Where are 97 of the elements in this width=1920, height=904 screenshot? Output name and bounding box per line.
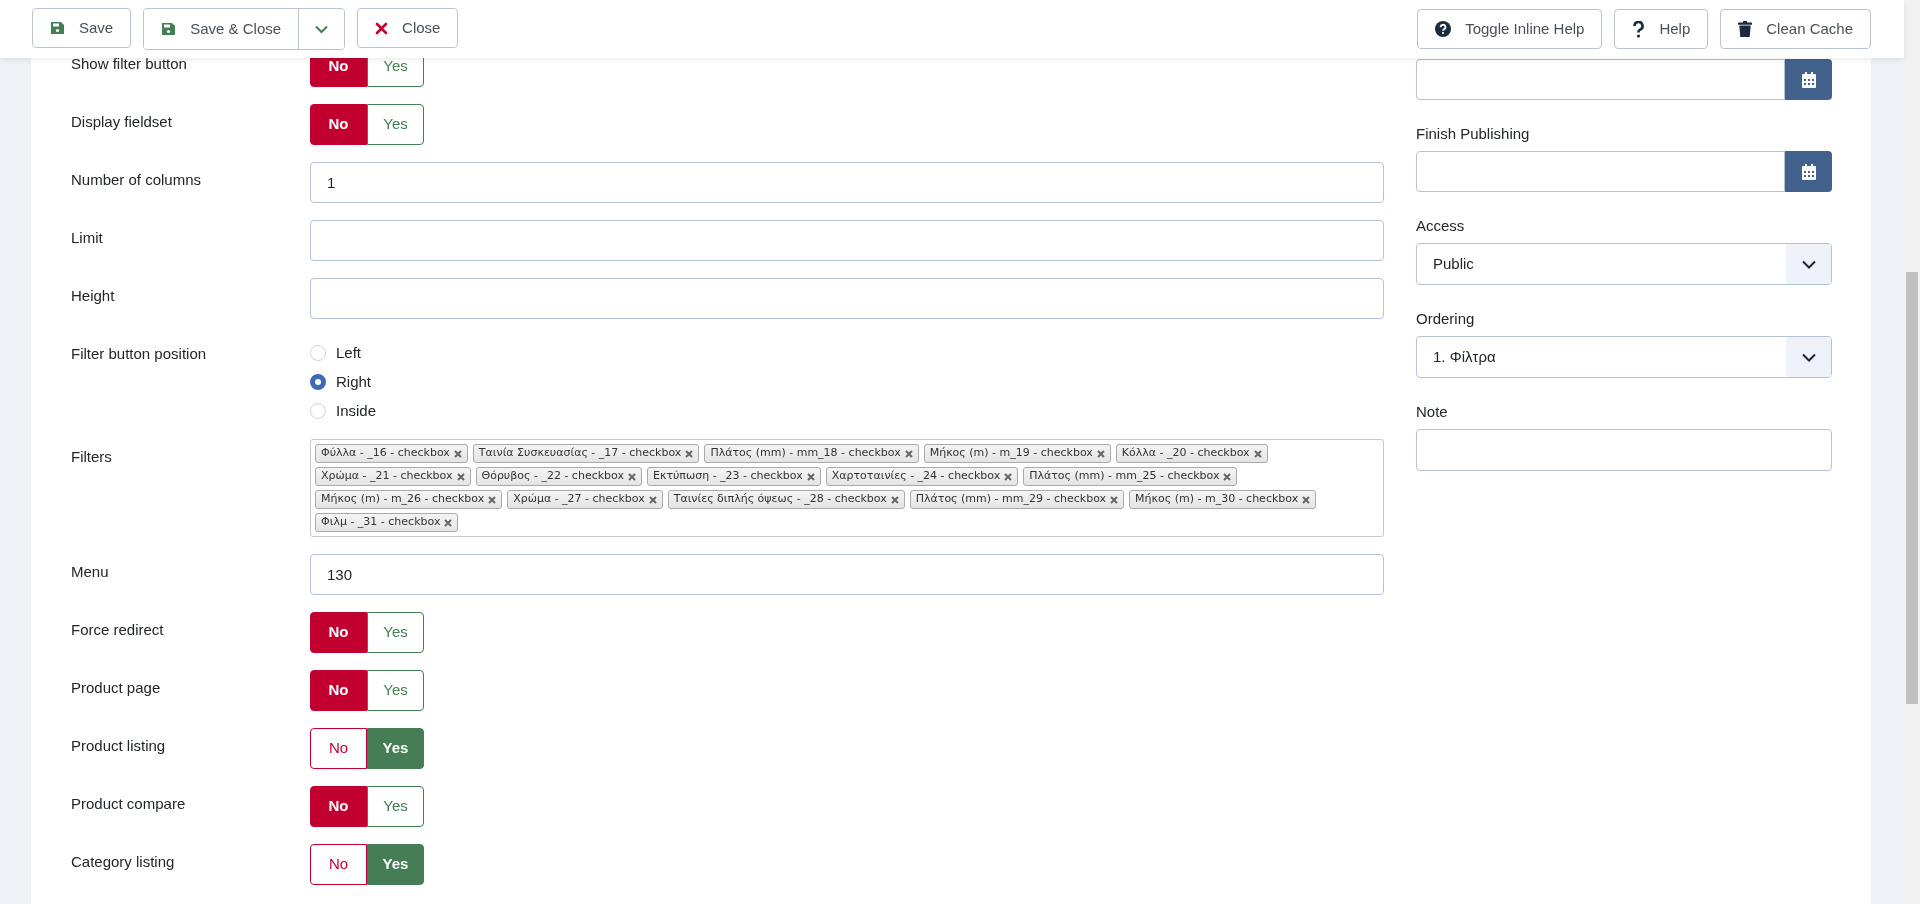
toggle-option[interactable]: No [310,786,367,827]
filter-tag[interactable]: Πλάτος (mm) - mm_18 - checkbox [704,444,919,463]
toggle-option[interactable]: No [310,670,367,711]
field-label: Product page [71,678,162,698]
filter-tag[interactable]: Πλάτος (mm) - mm_25 - checkbox [1023,467,1238,486]
field-label: Category listing [71,852,176,872]
toolbar-button[interactable]: Clean Cache [1720,9,1871,49]
field-label: Ordering [1416,309,1476,329]
help-icon [1632,20,1646,38]
input-field[interactable] [310,220,1384,261]
field-label: Height [71,286,116,306]
filter-tag[interactable]: Φιλμ - _31 - checkbox [315,513,459,532]
remove-icon [648,495,657,504]
field-label: Note [1416,402,1449,422]
remove-icon [806,472,815,481]
help-icon [1435,21,1452,37]
filter-tag[interactable]: Χρώμα - _21 - checkbox [315,467,471,486]
toggle-option[interactable]: No [310,58,367,87]
field-label: Finish Publishing [1416,124,1531,144]
field-label: Filters [71,447,113,467]
chevron-down-icon [1801,352,1816,362]
toggle-option[interactable]: No [310,844,367,885]
filter-tag[interactable]: Χαρτοταινίες - _24 - checkbox [825,467,1019,486]
radio-button[interactable] [310,374,326,390]
calendar-button[interactable] [1785,59,1832,100]
toolbar-button[interactable]: Help [1614,9,1709,49]
radio-label[interactable]: Left [336,341,362,365]
remove-icon [890,495,899,504]
field-label: Filter button position [71,344,208,364]
calendar-button[interactable] [1785,151,1832,192]
remove-icon [1004,472,1013,481]
field-label: Product compare [71,794,187,814]
remove-icon [1253,449,1262,458]
remove-icon [488,495,497,504]
chevron-down-icon [315,24,329,34]
save-icon [50,21,65,35]
toggle-option[interactable]: Yes [367,104,424,145]
radio-label[interactable]: Right [336,370,372,394]
filter-tag[interactable]: Μήκος (m) - m_19 - checkbox [923,444,1111,463]
remove-icon [904,449,913,458]
toggle-option[interactable]: Yes [367,786,424,827]
input-field[interactable]: 1 [310,162,1384,203]
date-field[interactable] [1416,151,1785,192]
input-field[interactable]: 130 [310,554,1384,595]
calendar-icon [1801,71,1816,88]
toggle-option[interactable]: Yes [367,58,424,87]
filter-tag[interactable]: Μήκος (m) - m_30 - checkbox [1129,490,1317,509]
field-label: Number of columns [71,170,203,190]
field-label: Show filter button [71,58,188,74]
scrollbar-thumb[interactable] [1906,272,1918,704]
field-label: Force redirect [71,620,165,640]
filter-tag[interactable]: Θόρυβος - _22 - checkbox [475,467,642,486]
field-label: Display fieldset [71,112,173,132]
toolbar-button[interactable]: Close [357,8,459,48]
field-label: Product listing [71,736,167,756]
remove-icon [1096,449,1105,458]
toggle-option[interactable]: Yes [367,844,424,885]
remove-icon [1110,495,1119,504]
trash-icon [1738,21,1753,37]
date-field[interactable] [1416,59,1785,100]
filter-tag[interactable]: Φύλλα - _16 - checkbox [315,444,468,463]
filter-tag[interactable]: Κόλλα - _20 - checkbox [1115,444,1268,463]
toolbar-button[interactable]: Toggle Inline Help [1417,9,1603,49]
close-icon [375,21,389,35]
radio-label[interactable]: Inside [336,399,377,423]
toggle-option[interactable]: Yes [367,728,424,769]
toggle-option[interactable]: No [310,728,367,769]
chevron-down-icon [1801,259,1816,269]
filter-tag[interactable]: Πλάτος (mm) - mm_29 - checkbox [909,490,1125,509]
remove-icon [456,472,465,481]
remove-icon [444,518,453,527]
save-icon [161,22,177,36]
input-field[interactable] [1416,429,1832,471]
dropdown-button[interactable] [298,9,345,49]
filter-tag[interactable]: Ταινίες διπλής όψεως - _28 - checkbox [667,490,905,509]
remove-icon [685,449,694,458]
remove-icon [453,449,462,458]
field-label: Limit [71,228,104,248]
toggle-option[interactable]: No [310,612,367,653]
filter-tag[interactable]: Ταινία Συσκευασίας - _17 - checkbox [472,444,700,463]
remove-icon [627,472,636,481]
field-label: Menu [71,562,110,582]
filter-tag[interactable]: Χρώμα - _27 - checkbox [507,490,663,509]
field-label: Access [1416,216,1466,236]
toggle-option[interactable]: Yes [367,612,424,653]
remove-icon [1302,495,1311,504]
select-field[interactable]: Public [1416,243,1832,285]
filter-tag[interactable]: Εκτύπωση - _23 - checkbox [646,467,821,486]
filter-tag[interactable]: Μήκος (m) - m_26 - checkbox [315,490,503,509]
calendar-icon [1801,163,1816,180]
toolbar-button[interactable]: Save [32,8,132,48]
input-field[interactable] [310,278,1384,319]
select-field[interactable]: 1. Φίλτρα [1416,336,1832,378]
toggle-option[interactable]: No [310,104,367,145]
toggle-option[interactable]: Yes [367,670,424,711]
tag-input[interactable] [310,439,1384,537]
remove-icon [1223,472,1232,481]
